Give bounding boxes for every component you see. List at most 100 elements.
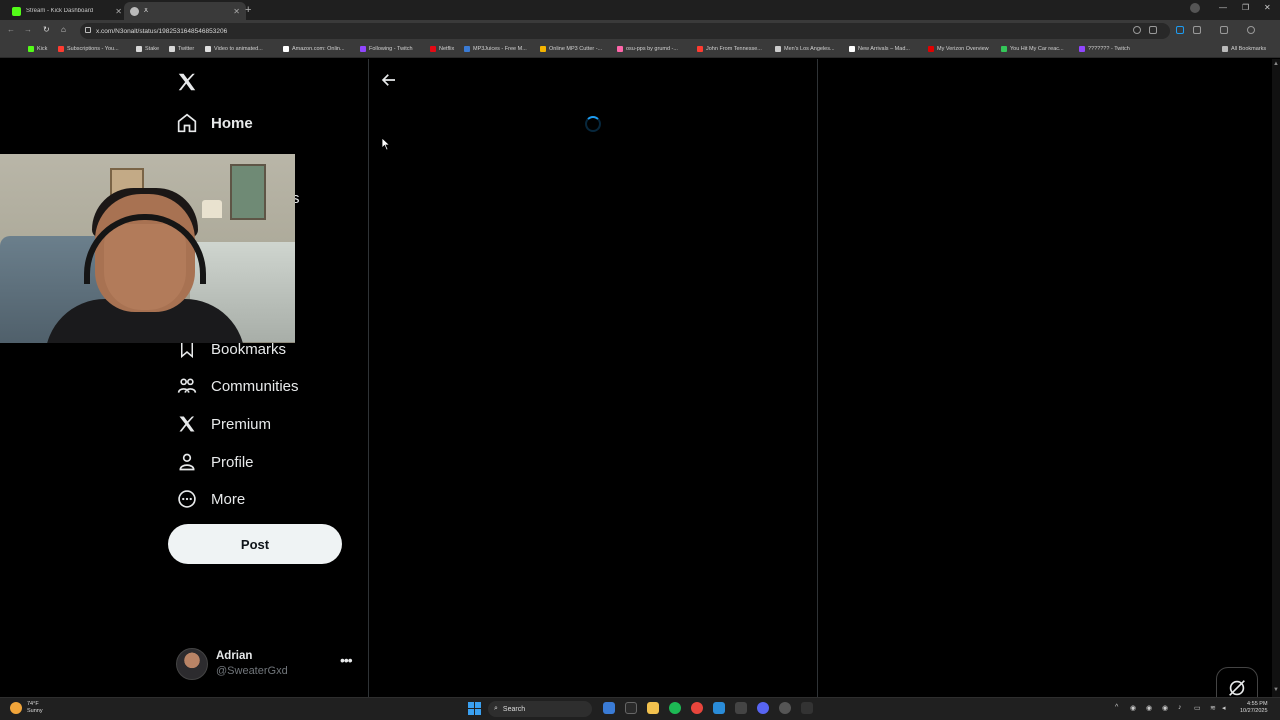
keyboard-icon[interactable]: ▭ xyxy=(1194,704,1201,712)
bookmark-item[interactable]: MP3Juices - Free M... xyxy=(464,46,527,52)
zoom-icon[interactable] xyxy=(1133,26,1141,34)
bookmark-item[interactable]: Netflix xyxy=(430,46,454,52)
bookmark-favicon-icon xyxy=(849,46,855,52)
bookmark-item[interactable]: Kick xyxy=(28,46,47,52)
profile-icon[interactable] xyxy=(1190,3,1200,13)
bookmark-star-icon[interactable] xyxy=(1149,26,1157,34)
bookmark-item[interactable]: New Arrivals – Mad... xyxy=(849,46,910,52)
volume-icon[interactable]: ◂ xyxy=(1222,704,1226,712)
sun-icon xyxy=(10,702,22,714)
bookmark-label: osu-pps by grumd -... xyxy=(626,46,678,52)
taskbar-search[interactable]: ⌕ Search xyxy=(488,701,592,717)
weather-condition: Sunny xyxy=(27,708,43,714)
bookmark-label: Stake xyxy=(145,46,160,52)
menu-icon[interactable] xyxy=(1247,26,1255,34)
wall-picture xyxy=(230,164,266,220)
ellipsis-icon[interactable]: ••• xyxy=(340,652,353,668)
account-name: Adrian xyxy=(216,650,253,662)
file-explorer-icon[interactable] xyxy=(647,702,659,714)
tab-x[interactable]: X ✕ xyxy=(124,2,246,20)
bookmarks-bar: Kick Subscriptions - You... Stake Twitter Vi… xyxy=(0,42,1280,58)
account-switcher[interactable]: Adrian @SweaterGxd ••• xyxy=(176,644,356,684)
tray-app-icon[interactable]: ◉ xyxy=(1130,704,1136,712)
side-panel-icon[interactable] xyxy=(1220,26,1228,34)
close-window-icon[interactable]: ✕ xyxy=(1264,3,1271,12)
store-icon[interactable] xyxy=(713,702,725,714)
discord-icon[interactable] xyxy=(757,702,769,714)
sidebar-item-more[interactable]: More xyxy=(176,484,245,514)
app-icon[interactable] xyxy=(801,702,813,714)
x-favicon-icon xyxy=(130,6,139,16)
restore-icon[interactable]: ❐ xyxy=(1242,3,1249,12)
bookmark-item[interactable]: John From Tennesse... xyxy=(697,46,762,52)
address-bar-row: ← → ↻ ⌂ x.com/N3onalt/status/19825316485… xyxy=(0,20,1280,42)
page-scrollbar[interactable]: ▲ ▼ xyxy=(1272,59,1280,697)
bookmark-item[interactable]: ??????? - Twitch xyxy=(1079,46,1130,52)
bookmark-label: All Bookmarks xyxy=(1231,46,1267,52)
url-field[interactable]: x.com/N3onalt/status/1982531648546853206 xyxy=(80,23,1170,39)
bookmark-item[interactable]: All Bookmarks xyxy=(1222,46,1266,52)
back-nav-icon[interactable]: ← xyxy=(7,25,15,34)
tab-kick-dashboard[interactable]: Stream - Kick Dashboard ✕ xyxy=(6,2,128,20)
sidebar-item-profile[interactable]: Profile xyxy=(176,447,254,477)
bookmark-favicon-icon xyxy=(775,46,781,52)
microphone-icon[interactable]: ♪ xyxy=(1178,704,1182,711)
close-tab-icon[interactable]: ✕ xyxy=(115,7,122,16)
bookmark-label: Men's Los Angeles... xyxy=(784,46,835,52)
terminal-icon[interactable] xyxy=(625,702,637,714)
scroll-up-icon[interactable]: ▲ xyxy=(1273,61,1279,67)
x-logo-icon[interactable] xyxy=(176,71,198,93)
close-tab-icon[interactable]: ✕ xyxy=(233,7,240,16)
bookmark-label: Subscriptions - You... xyxy=(67,46,119,52)
new-tab-icon[interactable]: + xyxy=(245,4,251,16)
bookmark-item[interactable]: Subscriptions - You... xyxy=(58,46,119,52)
bookmark-favicon-icon xyxy=(430,46,436,52)
bookmark-item[interactable]: Men's Los Angeles... xyxy=(775,46,835,52)
weather-widget[interactable]: 74°F Sunny xyxy=(10,701,43,715)
profile-person-icon xyxy=(176,451,198,473)
bookmark-item[interactable]: Following - Twitch xyxy=(360,46,413,52)
extension-icon[interactable] xyxy=(1176,26,1184,34)
system-clock[interactable]: 4:55 PM 10/27/2025 xyxy=(1240,701,1268,715)
bookmark-favicon-icon xyxy=(697,46,703,52)
home-nav-icon[interactable]: ⌂ xyxy=(61,25,66,34)
scroll-down-icon[interactable]: ▼ xyxy=(1273,687,1279,693)
tray-app-icon[interactable]: ◉ xyxy=(1162,704,1168,712)
sidebar-item-home[interactable]: Home xyxy=(176,108,253,138)
extensions-puzzle-icon[interactable] xyxy=(1193,26,1201,34)
webcam-overlay xyxy=(0,154,295,343)
back-arrow-icon[interactable] xyxy=(380,71,398,89)
bookmark-item[interactable]: You Hit My Car reac... xyxy=(1001,46,1064,52)
avatar xyxy=(176,648,208,680)
bookmark-item[interactable]: Twitter xyxy=(169,46,194,52)
sidebar-item-premium[interactable]: Premium xyxy=(176,409,271,439)
post-button[interactable]: Post xyxy=(168,524,342,564)
copilot-icon[interactable] xyxy=(603,702,615,714)
bookmark-favicon-icon xyxy=(136,46,142,52)
bookmark-item[interactable]: Stake xyxy=(136,46,159,52)
capcut-icon[interactable] xyxy=(735,702,747,714)
site-info-icon[interactable] xyxy=(85,27,91,33)
chrome-icon[interactable] xyxy=(691,702,703,714)
tray-app-icon[interactable]: ◉ xyxy=(1146,704,1152,712)
more-circle-icon xyxy=(176,488,198,510)
bookmark-item[interactable]: My Verizon Overview xyxy=(928,46,989,52)
bookmark-item[interactable]: Video to animated... xyxy=(205,46,263,52)
bookmark-item[interactable]: osu-pps by grumd -... xyxy=(617,46,678,52)
wifi-icon[interactable]: ≋ xyxy=(1210,704,1216,712)
spotify-icon[interactable] xyxy=(669,702,681,714)
bookmark-favicon-icon xyxy=(283,46,289,52)
sidebar-item-communities[interactable]: Communities xyxy=(176,371,299,401)
tray-overflow-icon[interactable]: ^ xyxy=(1115,704,1118,711)
sidebar-item-label: Bookmarks xyxy=(211,340,287,358)
minimize-icon[interactable]: — xyxy=(1219,3,1227,12)
bookmark-item[interactable]: Online MP3 Cutter -... xyxy=(540,46,602,52)
x-premium-icon xyxy=(176,413,198,435)
bookmark-item[interactable]: Amazon.com: Onlin... xyxy=(283,46,345,52)
forward-nav-icon[interactable]: → xyxy=(24,25,32,34)
obs-icon[interactable] xyxy=(779,702,791,714)
mouse-cursor-icon xyxy=(381,137,391,151)
weather-temp: 74°F xyxy=(27,701,39,707)
reload-icon[interactable]: ↻ xyxy=(43,25,50,34)
windows-start-icon[interactable] xyxy=(468,702,481,715)
